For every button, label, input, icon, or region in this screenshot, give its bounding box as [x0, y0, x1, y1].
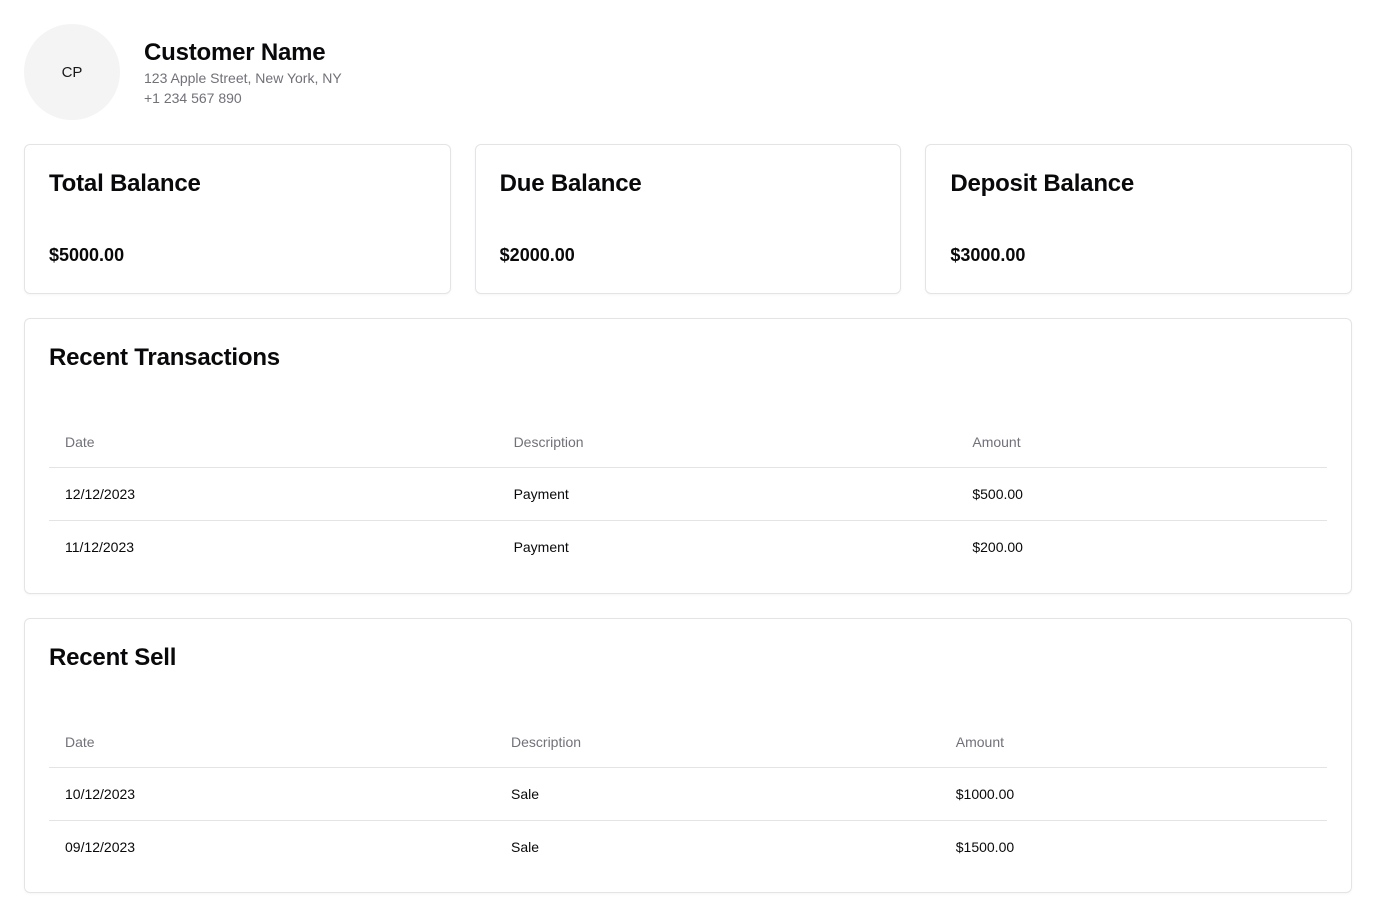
- column-header-description: Description: [497, 417, 957, 468]
- balance-card-value: $2000.00: [499, 245, 575, 265]
- cell-description: Sale: [511, 838, 540, 855]
- cell-amount: $1000.00: [939, 767, 1327, 821]
- cell-date: 10/12/2023: [49, 767, 496, 821]
- balance-card-title: Total Balance: [49, 170, 201, 197]
- table-row[interactable]: 10/12/2023 Sale $1000.00: [49, 767, 1327, 821]
- column-header-amount: Amount: [939, 717, 1327, 768]
- column-header-amount: Amount: [956, 417, 1327, 468]
- table-row[interactable]: 11/12/2023 Payment $200.00: [49, 520, 1327, 573]
- recent-transactions-card: Recent Transactions Date Description Amo…: [24, 318, 1352, 594]
- recent-transactions-title: Recent Transactions: [49, 344, 280, 371]
- customer-address: 123 Apple Street, New York, NY: [144, 70, 342, 86]
- balance-card-value: $5000.00: [49, 245, 125, 265]
- cell-amount: $1500.00: [955, 838, 1015, 855]
- cell-date: 12/12/2023: [49, 467, 498, 521]
- sell-table: Date Description Amount 10/12/2023 Sale …: [49, 717, 1327, 873]
- table-header-row: Date Description Amount: [49, 417, 1327, 468]
- balance-card-title: Due Balance: [499, 170, 642, 197]
- recent-sell-title: Recent Sell: [49, 644, 177, 671]
- cell-amount: $200.00: [972, 538, 1023, 555]
- customer-info: Customer Name 123 Apple Street, New York…: [144, 38, 342, 108]
- cell-date: 09/12/2023: [65, 838, 136, 855]
- table-row[interactable]: 09/12/2023 Sale $1500.00: [49, 820, 1327, 873]
- balance-card-value: $3000.00: [950, 245, 1026, 265]
- cell-date: 11/12/2023: [65, 538, 135, 555]
- column-header-description: Description: [495, 717, 940, 768]
- table-row[interactable]: 12/12/2023 Payment $500.00: [49, 467, 1327, 521]
- due-balance-card: Due Balance $2000.00: [474, 144, 902, 294]
- cell-amount: $500.00: [956, 467, 1327, 521]
- column-header-date: Date: [49, 717, 496, 768]
- customer-name: Customer Name: [144, 39, 326, 66]
- avatar: CP: [24, 24, 120, 120]
- balance-card-title: Deposit Balance: [950, 170, 1135, 197]
- column-header-date: Date: [49, 417, 498, 468]
- customer-page: CP Customer Name 123 Apple Street, New Y…: [0, 0, 1376, 917]
- avatar-initials: CP: [61, 63, 83, 81]
- customer-phone: +1 234 567 890: [144, 90, 242, 106]
- balance-cards: Total Balance $5000.00 Due Balance $2000…: [24, 144, 1353, 294]
- transactions-table: Date Description Amount 12/12/2023 Payme…: [49, 417, 1327, 573]
- recent-sell-card: Recent Sell Date Description Amount 10/1…: [24, 618, 1352, 893]
- cell-description: Payment: [513, 538, 569, 555]
- deposit-balance-card: Deposit Balance $3000.00: [925, 144, 1353, 294]
- table-header-row: Date Description Amount: [49, 717, 1327, 768]
- cell-description: Payment: [497, 467, 957, 521]
- total-balance-card: Total Balance $5000.00: [24, 144, 451, 294]
- customer-header: CP Customer Name 123 Apple Street, New Y…: [24, 24, 1352, 120]
- cell-description: Sale: [495, 767, 940, 821]
